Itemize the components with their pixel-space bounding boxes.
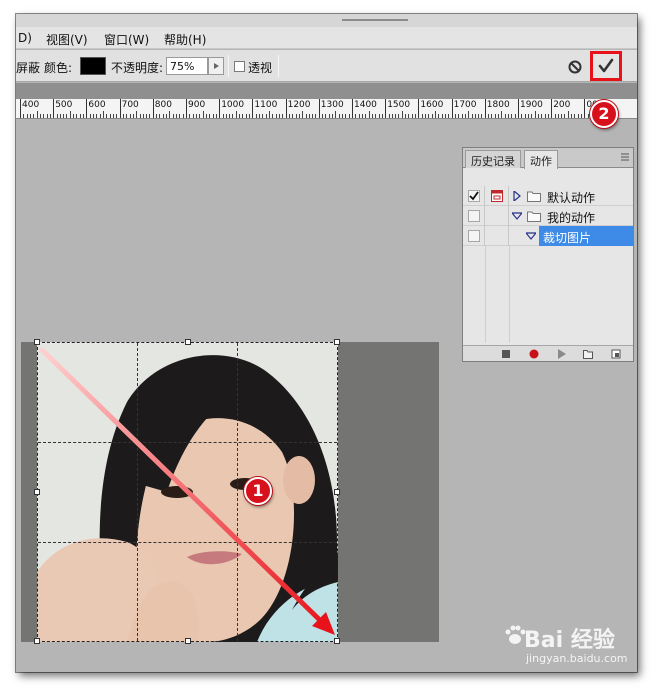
watermark-url: jingyan.baidu.com	[526, 652, 628, 665]
watermark-brand: Bai 经验	[524, 628, 615, 653]
step-2-badge: 2	[590, 100, 618, 128]
drag-arrow-annotation	[39, 347, 335, 635]
step-1-badge: 1	[244, 477, 272, 505]
paw-icon	[505, 625, 526, 644]
app-window: D) 视图(V) 窗口(W) 帮助(H) 屏蔽 颜色: 不透明度: 75% 透视…	[16, 14, 637, 672]
baidu-watermark: Bai 经验 jingyan.baidu.com	[504, 622, 637, 670]
